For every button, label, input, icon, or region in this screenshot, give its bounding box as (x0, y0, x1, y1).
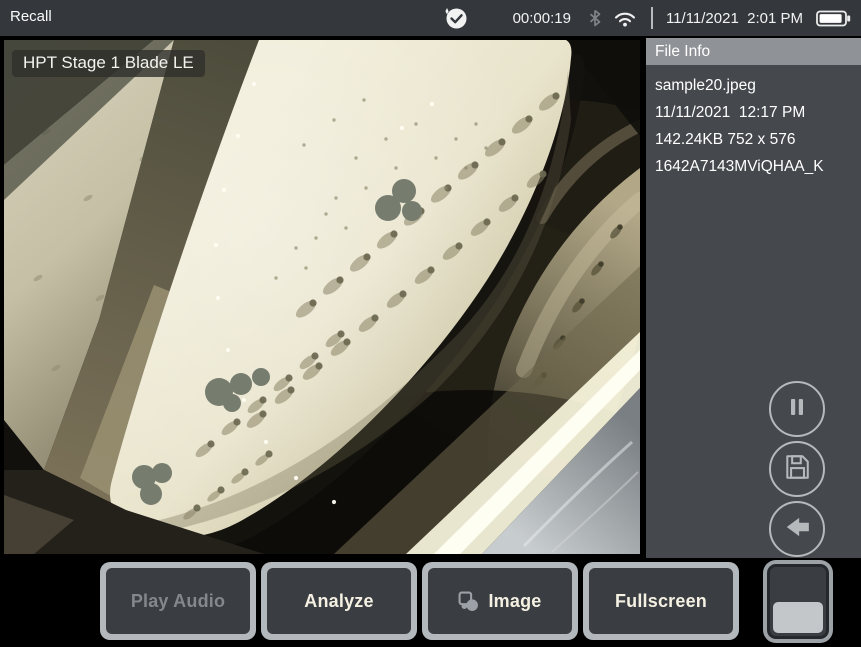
content-area: HPT Stage 1 Blade LE File Info sample20.… (0, 36, 861, 558)
datetime: 11/11/2021 2:01 PM (666, 10, 803, 27)
fullscreen-label: Fullscreen (615, 591, 707, 612)
back-button[interactable] (769, 501, 825, 557)
screen-toggle-button[interactable] (763, 560, 833, 643)
status-bar: Recall 00:00:19 (0, 0, 861, 36)
file-datetime: 11/11/2021 12:17 PM (646, 99, 861, 126)
borescope-image (4, 40, 640, 554)
image-layers-icon (458, 591, 479, 612)
bottom-bar: Play Audio Analyze Image Fullscreen (0, 558, 861, 647)
status-indicators: 00:00:19 11/11/2021 2:01 PM (443, 0, 851, 36)
file-info-header: File Info (646, 38, 861, 65)
save-icon (783, 453, 811, 486)
file-size-dimensions: 142.24KB 752 x 576 (646, 126, 861, 153)
file-info-panel: File Info sample20.jpeg 11/11/2021 12:17… (646, 38, 861, 558)
device-screen: Recall 00:00:19 (0, 0, 861, 647)
analyze-label: Analyze (304, 591, 373, 612)
analyze-button[interactable]: Analyze (261, 562, 417, 640)
screen-toggle-frame (767, 564, 829, 639)
screen-toggle-face (770, 567, 826, 636)
recalled-image-view[interactable]: HPT Stage 1 Blade LE (4, 40, 640, 554)
back-arrow-icon (783, 513, 811, 546)
status-divider (651, 7, 653, 29)
mode-label: Recall (10, 8, 52, 25)
image-button[interactable]: Image (422, 562, 578, 640)
play-audio-label: Play Audio (131, 591, 225, 612)
save-button[interactable] (769, 441, 825, 497)
screen-toggle-knob (773, 602, 823, 633)
record-timer: 00:00:19 (513, 10, 571, 27)
fullscreen-button[interactable]: Fullscreen (583, 562, 739, 640)
image-label: Image (488, 591, 541, 612)
bluetooth-icon (589, 9, 601, 27)
pause-button[interactable] (769, 381, 825, 437)
file-name: sample20.jpeg (646, 72, 861, 99)
check-circle-icon (443, 6, 467, 30)
play-audio-button[interactable]: Play Audio (100, 562, 256, 640)
wifi-icon (613, 10, 637, 27)
image-title-overlay: HPT Stage 1 Blade LE (12, 50, 205, 77)
file-serial: 1642A7143MViQHAA_K (646, 153, 861, 180)
pause-icon (785, 395, 809, 424)
battery-icon (816, 10, 851, 27)
